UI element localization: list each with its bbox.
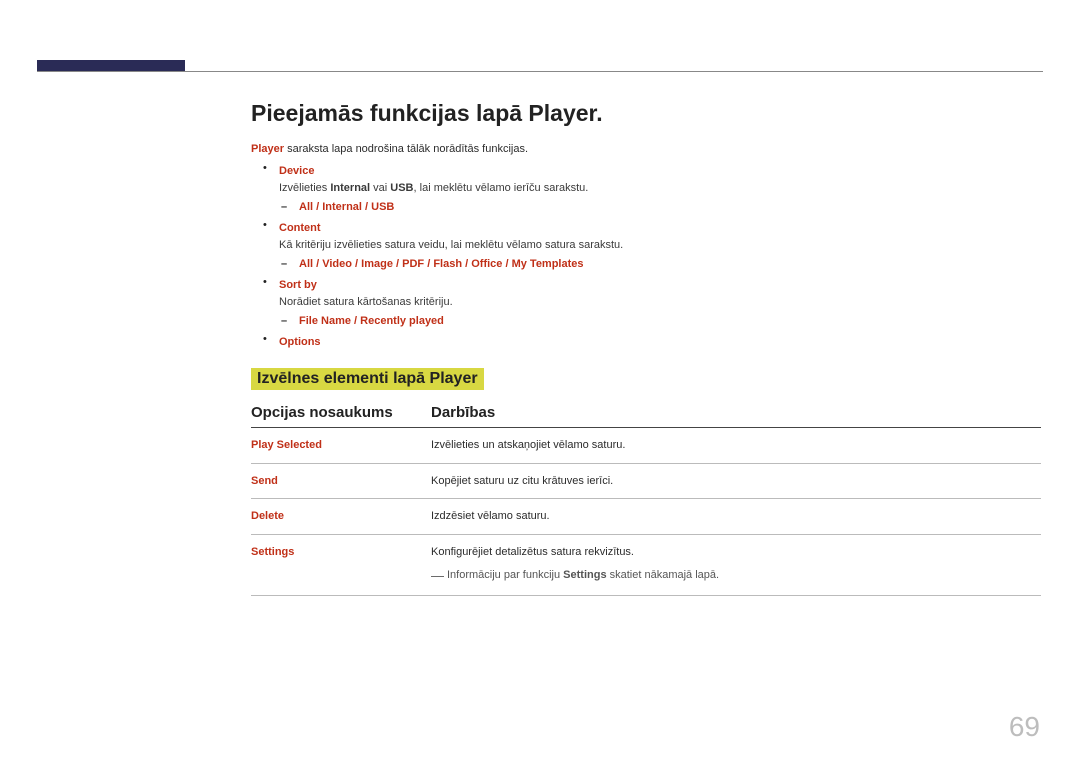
options-table: Opcijas nosaukums Darbības Play Selected… bbox=[251, 404, 1041, 596]
options-label: Options bbox=[279, 333, 1041, 352]
row-settings-action: Konfigurējiet detalizētus satura rekvizī… bbox=[431, 534, 1041, 595]
sortby-opt-recent: Recently played bbox=[360, 315, 444, 327]
function-item-device: Device Izvēlieties Internal vai USB, lai… bbox=[279, 162, 1041, 218]
row-play-selected-name: Play Selected bbox=[251, 428, 431, 464]
intro-rest: saraksta lapa nodrošina tālāk norādītās … bbox=[284, 143, 528, 155]
content-opt-mytemplates: My Templates bbox=[512, 258, 584, 270]
table-header-row: Opcijas nosaukums Darbības bbox=[251, 404, 1041, 428]
function-list: Device Izvēlieties Internal vai USB, lai… bbox=[251, 162, 1041, 352]
sortby-opt-filename: File Name bbox=[299, 315, 351, 327]
sortby-label: Sort by bbox=[279, 276, 1041, 295]
table-row: Send Kopējiet saturu uz citu krātuves ie… bbox=[251, 463, 1041, 499]
row-delete-action: Izdzēsiet vēlamo saturu. bbox=[431, 499, 1041, 535]
row-play-selected-action: Izvēlieties un atskaņojiet vēlamo saturu… bbox=[431, 428, 1041, 464]
content-opt-pdf: PDF bbox=[402, 258, 424, 270]
row-delete-name: Delete bbox=[251, 499, 431, 535]
content-label: Content bbox=[279, 219, 1041, 238]
table-row: Play Selected Izvēlieties un atskaņojiet… bbox=[251, 428, 1041, 464]
device-desc-post: , lai meklētu vēlamo ierīču sarakstu. bbox=[414, 182, 589, 194]
row-send-action: Kopējiet saturu uz citu krātuves ierīci. bbox=[431, 463, 1041, 499]
device-opt-all: All bbox=[299, 201, 313, 213]
content-opt-video: Video bbox=[322, 258, 352, 270]
device-desc-internal: Internal bbox=[330, 182, 370, 194]
row-send-name: Send bbox=[251, 463, 431, 499]
row-settings-name: Settings bbox=[251, 534, 431, 595]
device-desc-mid: vai bbox=[370, 182, 390, 194]
header-separator bbox=[37, 71, 1043, 72]
function-item-content: Content Kā kritēriju izvēlieties satura … bbox=[279, 219, 1041, 275]
row-settings-action-text: Konfigurējiet detalizētus satura rekvizī… bbox=[431, 546, 634, 558]
device-opt-usb: USB bbox=[371, 201, 394, 213]
function-item-sortby: Sort by Norādiet satura kārtošanas kritē… bbox=[279, 276, 1041, 332]
table-row: Settings Konfigurējiet detalizētus satur… bbox=[251, 534, 1041, 595]
th-actions: Darbības bbox=[431, 404, 1041, 428]
function-item-options: Options bbox=[279, 333, 1041, 352]
sortby-options: File Name / Recently played bbox=[279, 312, 1041, 332]
page-title: Pieejamās funkcijas lapā Player. bbox=[251, 100, 1041, 127]
intro-text: Player saraksta lapa nodrošina tālāk nor… bbox=[251, 141, 1041, 158]
note-dash: ― bbox=[431, 568, 447, 583]
device-options: All / Internal / USB bbox=[279, 198, 1041, 218]
settings-note: ―Informāciju par funkciju Settings skati… bbox=[431, 566, 1041, 586]
note-settings-word: Settings bbox=[563, 569, 606, 581]
device-opt-internal: Internal bbox=[322, 201, 362, 213]
content-opt-flash: Flash bbox=[433, 258, 462, 270]
device-desc: Izvēlieties Internal vai USB, lai meklēt… bbox=[279, 180, 1041, 198]
content-options: All / Video / Image / PDF / Flash / Offi… bbox=[279, 255, 1041, 275]
page-number: 69 bbox=[1009, 711, 1040, 743]
note-post: skatiet nākamajā lapā. bbox=[607, 569, 720, 581]
table-row: Delete Izdzēsiet vēlamo saturu. bbox=[251, 499, 1041, 535]
note-pre: Informāciju par funkciju bbox=[447, 569, 563, 581]
content-opt-image: Image bbox=[361, 258, 393, 270]
th-option-name: Opcijas nosaukums bbox=[251, 404, 431, 428]
content-desc: Kā kritēriju izvēlieties satura veidu, l… bbox=[279, 237, 1041, 255]
content-opt-all: All bbox=[299, 258, 313, 270]
main-content: Pieejamās funkcijas lapā Player. Player … bbox=[251, 100, 1041, 596]
device-desc-usb: USB bbox=[390, 182, 413, 194]
device-label: Device bbox=[279, 162, 1041, 181]
sortby-desc: Norādiet satura kārtošanas kritēriju. bbox=[279, 294, 1041, 312]
menu-elements-heading: Izvēlnes elementi lapā Player bbox=[251, 368, 484, 390]
intro-player-word: Player bbox=[251, 143, 284, 155]
content-opt-office: Office bbox=[471, 258, 502, 270]
device-desc-pre: Izvēlieties bbox=[279, 182, 330, 194]
